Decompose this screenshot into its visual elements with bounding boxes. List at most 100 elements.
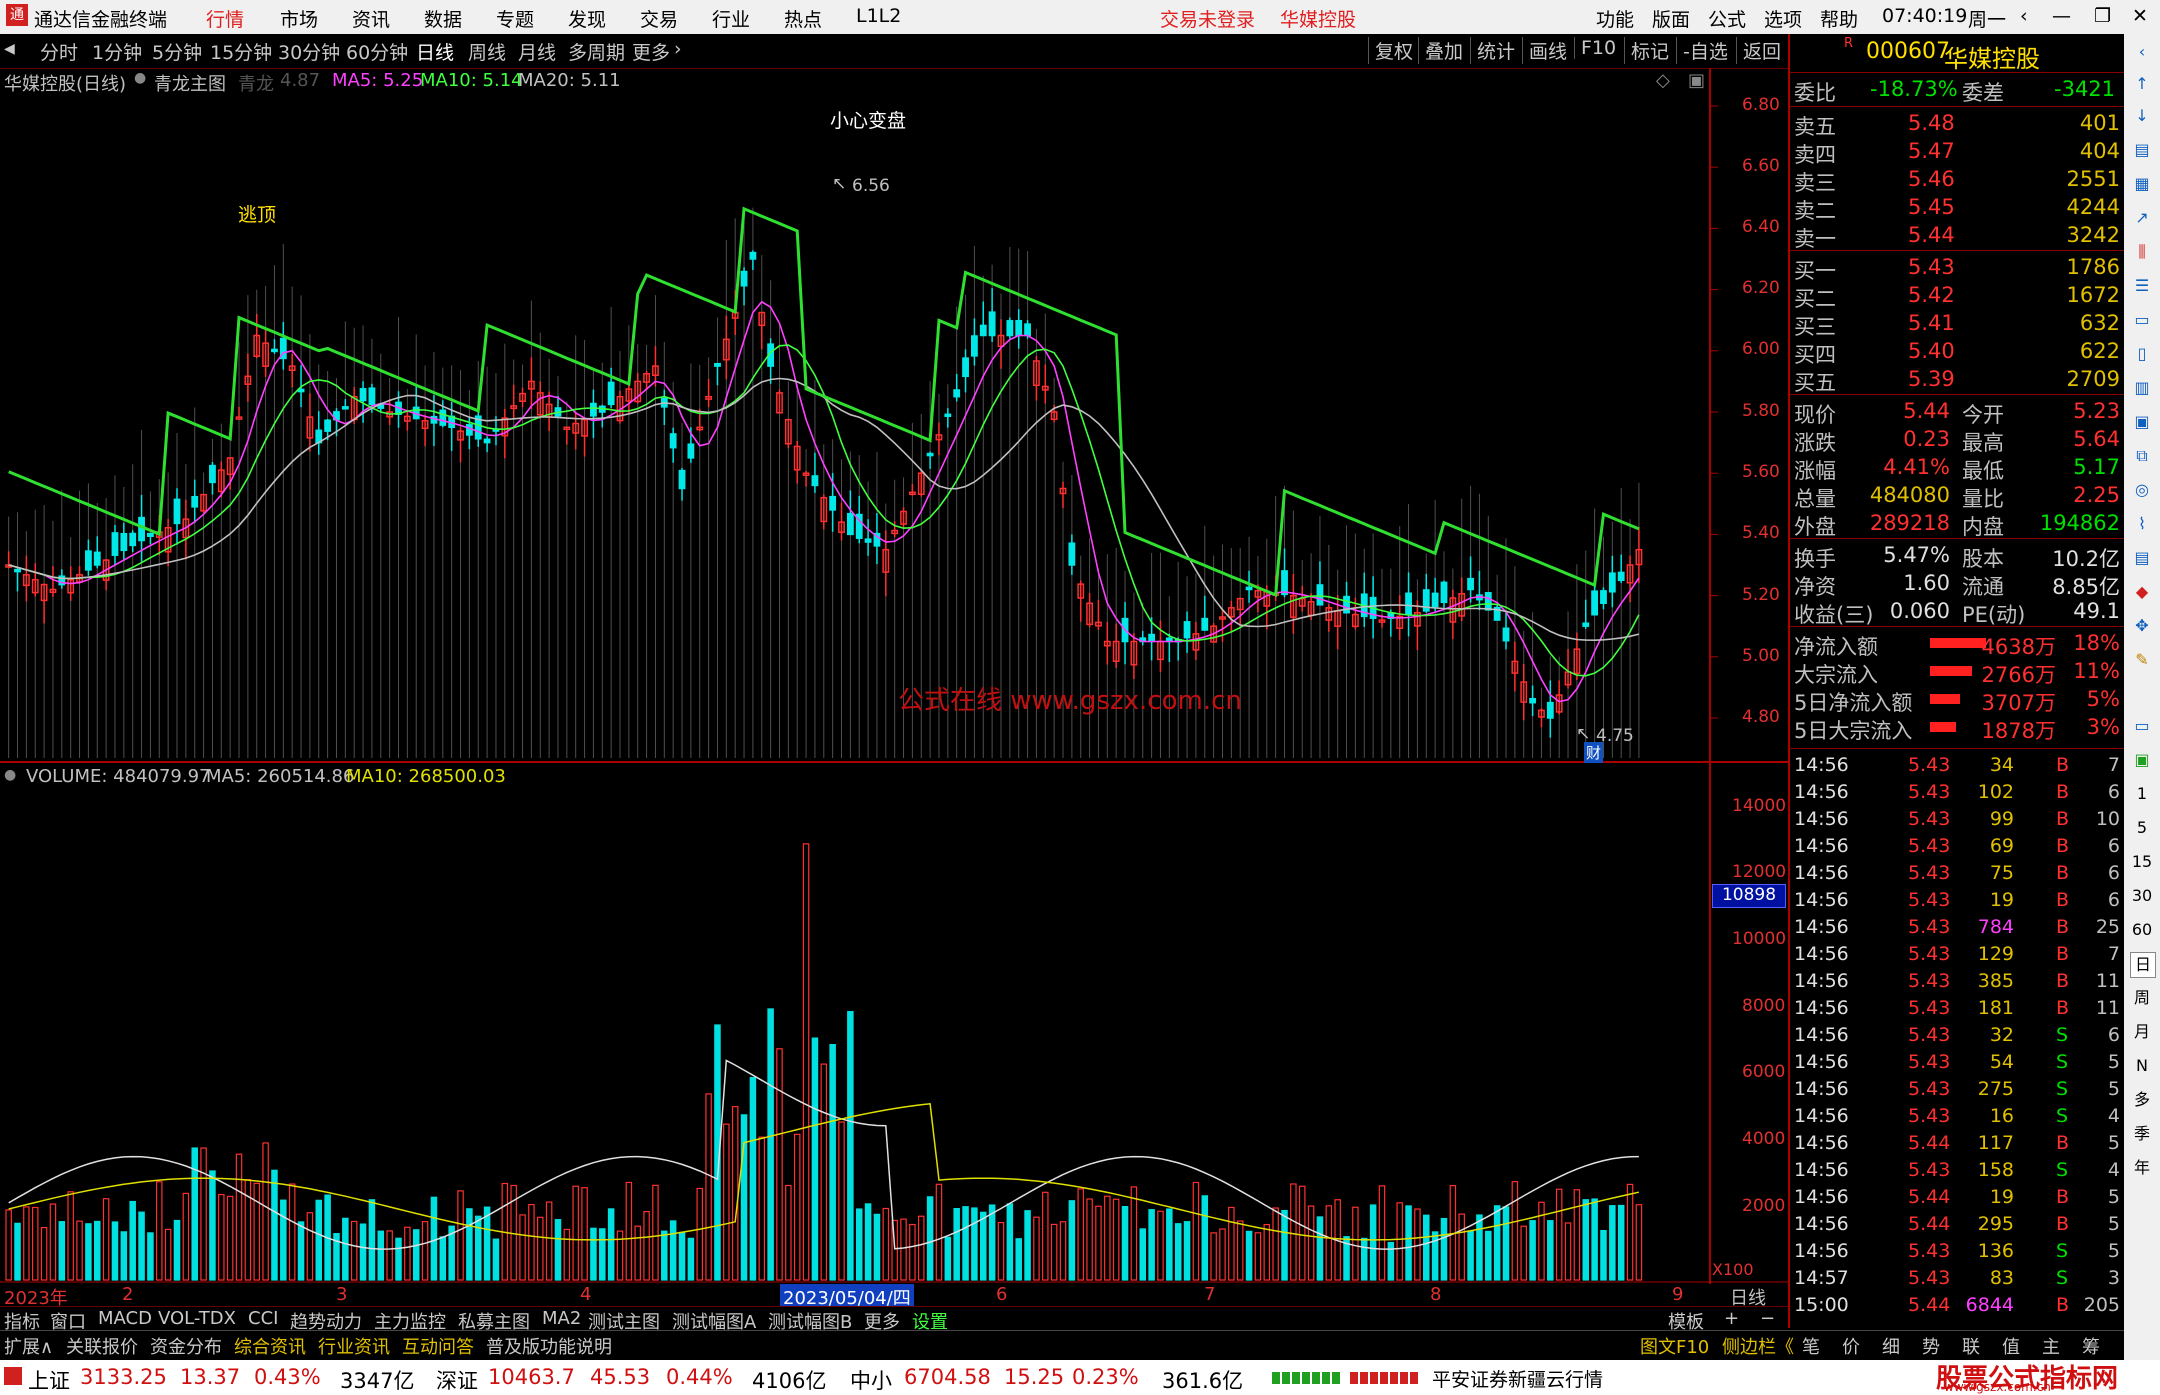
period-60-button[interactable]: 60 — [2130, 918, 2154, 942]
period-multi-button[interactable]: 多 — [2130, 1088, 2154, 1112]
tick-row[interactable]: 14:56 5.43 275 S 5 — [1790, 1076, 2126, 1103]
f2-icon[interactable]: ▣ — [2130, 410, 2154, 434]
tick-row[interactable]: 14:56 5.43 54 S 5 — [1790, 1049, 2126, 1076]
sh-label[interactable]: 上证 — [28, 1365, 70, 1395]
tool-zixuan[interactable]: -自选 — [1676, 37, 1728, 64]
period-month-button[interactable]: 月 — [2130, 1020, 2154, 1044]
ask-row[interactable]: 卖四 5.47 404 — [1790, 138, 2126, 167]
tab-general-news[interactable]: 综合资讯 — [234, 1333, 306, 1359]
tab-xi[interactable]: 细 — [1882, 1333, 1900, 1359]
tick-row[interactable]: 14:56 5.43 784 B 25 — [1790, 914, 2126, 941]
period-year-button[interactable]: 年 — [2130, 1156, 2154, 1180]
period-week-button[interactable]: 周 — [2130, 986, 2154, 1010]
tool-f10[interactable]: F10 — [1574, 37, 1616, 59]
tab-ma2[interactable]: MA2 — [542, 1308, 581, 1329]
tab-industry-news[interactable]: 行业资讯 — [318, 1333, 390, 1359]
period-fenshi[interactable]: 分时 — [40, 38, 78, 65]
remove-window-button[interactable]: − — [1760, 1308, 1775, 1329]
bid-row[interactable]: 买三 5.41 632 — [1790, 310, 2126, 339]
tab-fund-distribution[interactable]: 资金分布 — [150, 1333, 222, 1359]
tool-diejia[interactable]: 叠加 — [1418, 37, 1463, 64]
menu-l1l2[interactable]: L1L2 — [856, 5, 901, 27]
tab-jia[interactable]: 价 — [1842, 1333, 1860, 1359]
period-daily[interactable]: 日线 — [416, 38, 454, 65]
chart-icon[interactable]: ⌇ — [2130, 512, 2154, 536]
period-5-button[interactable]: 5 — [2130, 816, 2154, 840]
sidebar-toggle[interactable]: 侧边栏《 — [1722, 1333, 1794, 1359]
tick-row[interactable]: 14:56 5.43 181 B 11 — [1790, 995, 2126, 1022]
period-more[interactable]: 更多 — [632, 38, 670, 65]
grid-icon[interactable]: ▦ — [2130, 172, 2154, 196]
compare-icon[interactable]: ⧉ — [2130, 444, 2154, 468]
minimize-icon[interactable]: — — [2052, 5, 2071, 27]
close-icon[interactable]: ✕ — [2132, 5, 2148, 27]
color-icon[interactable]: ▣ — [2130, 748, 2154, 772]
tick-row[interactable]: 14:57 5.43 83 S 3 — [1790, 1265, 2126, 1292]
tick-row[interactable]: 14:56 5.44 117 B 5 — [1790, 1130, 2126, 1157]
news-icon[interactable]: ▤ — [2130, 138, 2154, 162]
tool-fuquan[interactable]: 复权 — [1368, 37, 1413, 64]
tick-row[interactable]: 14:56 5.43 129 B 7 — [1790, 941, 2126, 968]
period-weekly[interactable]: 周线 — [468, 38, 506, 65]
table-icon[interactable]: ▥ — [2130, 376, 2154, 400]
tick-row[interactable]: 14:56 5.44 19 B 5 — [1790, 1184, 2126, 1211]
period-30min[interactable]: 30分钟 — [278, 38, 340, 65]
rsi-icon[interactable]: ▤ — [2130, 546, 2154, 570]
circle-icon[interactable]: ◎ — [2130, 478, 2154, 502]
more-chevron-icon[interactable]: › — [674, 38, 682, 60]
period-day-button[interactable]: 日 — [2130, 952, 2156, 978]
collapse-left-icon[interactable]: ‹ — [2130, 40, 2154, 64]
broker-name[interactable]: 平安证券新疆云行情 — [1432, 1365, 1603, 1392]
tab-bi[interactable]: 笔 — [1802, 1333, 1820, 1359]
tick-row[interactable]: 14:56 5.43 99 B 10 — [1790, 806, 2126, 833]
tab-zhu[interactable]: 主 — [2042, 1333, 2060, 1359]
volume-toggle-icon[interactable]: ● — [4, 767, 16, 783]
formula-toggle-icon[interactable]: ● — [134, 70, 146, 86]
tick-row[interactable]: 14:56 5.43 102 B 6 — [1790, 779, 2126, 806]
tick-row[interactable]: 14:56 5.43 34 B 7 — [1790, 752, 2126, 779]
period-1-button[interactable]: 1 — [2130, 782, 2154, 806]
menu-hangqing[interactable]: 行情 — [206, 5, 244, 32]
tick-row[interactable]: 14:56 5.43 385 B 11 — [1790, 968, 2126, 995]
kline-icon[interactable]: ⫼ — [2130, 240, 2154, 264]
tab-chou[interactable]: 筹 — [2082, 1333, 2100, 1359]
finance-icon[interactable]: ▭ — [2130, 308, 2154, 332]
period-15-button[interactable]: 15 — [2130, 850, 2154, 874]
period-60min[interactable]: 60分钟 — [346, 38, 408, 65]
trend-icon[interactable]: ↗ — [2130, 206, 2154, 230]
arrow-up-icon[interactable]: ↑ — [2130, 72, 2154, 96]
ask-row[interactable]: 卖三 5.46 2551 — [1790, 166, 2126, 195]
tick-row[interactable]: 14:56 5.43 19 B 6 — [1790, 887, 2126, 914]
sz-label[interactable]: 深证 — [436, 1365, 478, 1395]
bid-row[interactable]: 买一 5.43 1786 — [1790, 254, 2126, 283]
bid-row[interactable]: 买四 5.40 622 — [1790, 338, 2126, 367]
arrow-down-icon[interactable]: ↓ — [2130, 104, 2154, 128]
fs-icon[interactable]: ▭ — [2130, 714, 2154, 738]
tool-biaoji[interactable]: 标记 — [1624, 37, 1669, 64]
f10-button[interactable]: 图文F10 — [1640, 1333, 1709, 1359]
tick-row[interactable]: 14:56 5.43 69 B 6 — [1790, 833, 2126, 860]
ask-row[interactable]: 卖一 5.44 3242 — [1790, 222, 2126, 251]
tick-row[interactable]: 14:56 5.44 295 B 5 — [1790, 1211, 2126, 1238]
menu-gongshi[interactable]: 公式 — [1708, 5, 1746, 32]
stock-s-icon[interactable]: ◆ — [2130, 580, 2154, 604]
period-30-button[interactable]: 30 — [2130, 884, 2154, 908]
tab-feature-info[interactable]: 普及版功能说明 — [486, 1333, 612, 1359]
menu-hangye[interactable]: 行业 — [712, 5, 750, 32]
chart-expand-icon[interactable]: ▣ — [1688, 70, 1705, 91]
menu-zhuanti[interactable]: 专题 — [496, 5, 534, 32]
add-window-button[interactable]: + — [1724, 1308, 1739, 1329]
ask-row[interactable]: 卖五 5.48 401 — [1790, 110, 2126, 139]
zx-label[interactable]: 中小 — [850, 1365, 892, 1395]
ask-row[interactable]: 卖二 5.45 4244 — [1790, 194, 2126, 223]
tool-fanhui[interactable]: 返回 — [1736, 37, 1781, 64]
period-multi[interactable]: 多周期 — [568, 38, 625, 65]
bid-row[interactable]: 买五 5.39 2709 — [1790, 366, 2126, 395]
tab-qa[interactable]: 互动问答 — [402, 1333, 474, 1359]
tick-row[interactable]: 14:56 5.43 32 S 6 — [1790, 1022, 2126, 1049]
menu-xuanxiang[interactable]: 选项 — [1764, 5, 1802, 32]
tab-vol-tdx[interactable]: VOL-TDX — [158, 1308, 236, 1329]
chart-settings-icon[interactable]: ◇ — [1656, 70, 1670, 91]
tick-row[interactable]: 14:56 5.43 136 S 5 — [1790, 1238, 2126, 1265]
menu-jiaoyi[interactable]: 交易 — [640, 5, 678, 32]
